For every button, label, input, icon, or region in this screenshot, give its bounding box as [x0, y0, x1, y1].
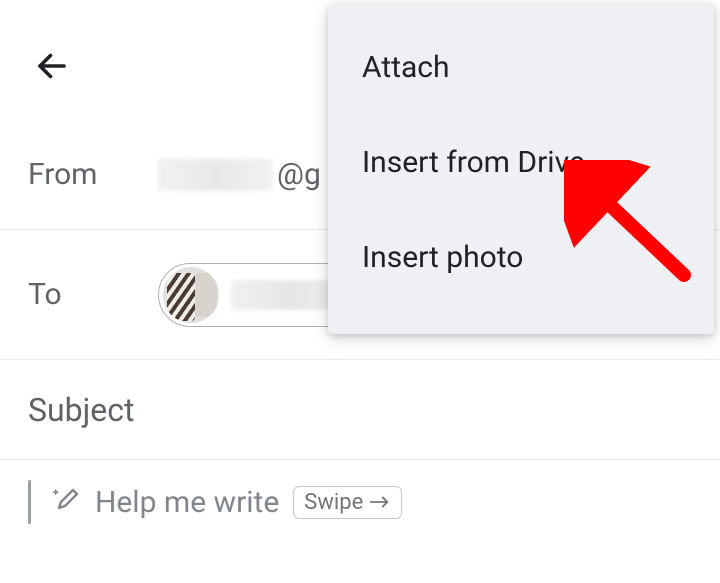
- avatar: [163, 267, 219, 323]
- menu-item-attach[interactable]: Attach: [328, 20, 714, 115]
- arrow-left-icon: [34, 48, 70, 84]
- arrow-right-icon: [369, 494, 391, 510]
- attach-menu: Attach Insert from Drive Insert photo: [328, 4, 714, 334]
- help-me-write-row[interactable]: Help me write Swipe: [0, 460, 720, 544]
- from-value: @g: [158, 157, 321, 192]
- to-label: To: [28, 277, 158, 312]
- magic-pencil-icon: [49, 486, 81, 518]
- menu-item-insert-photo[interactable]: Insert photo: [328, 210, 714, 305]
- cursor-bar: [28, 480, 31, 524]
- help-me-write-text: Help me write: [95, 485, 279, 520]
- from-domain: @g: [277, 157, 321, 192]
- subject-placeholder: Subject: [28, 391, 134, 429]
- redacted-from-name: [158, 159, 273, 191]
- back-button[interactable]: [28, 42, 76, 90]
- menu-item-insert-from-drive[interactable]: Insert from Drive: [328, 115, 714, 210]
- swipe-label: Swipe: [304, 490, 363, 515]
- swipe-badge[interactable]: Swipe: [293, 486, 402, 519]
- from-label: From: [28, 157, 158, 192]
- subject-row[interactable]: Subject: [0, 360, 720, 460]
